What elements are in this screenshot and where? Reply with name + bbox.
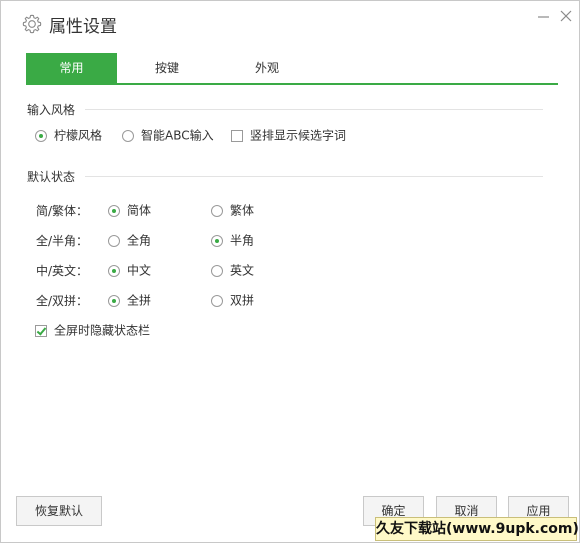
site-watermark: 久友下载站(www.9upk.com) <box>375 517 579 541</box>
radio-indicator <box>211 234 223 247</box>
radio-indicator <box>122 129 134 142</box>
checkbox-indicator <box>35 324 47 337</box>
radio-full-width[interactable]: 全角 <box>108 232 151 248</box>
tab-general[interactable]: 常用 <box>26 53 117 83</box>
settings-window: 属性设置 常用 按键 外观 输入风格 柠檬风格 智能ABC输入 竖排显示候选字词… <box>0 0 580 543</box>
radio-indicator <box>211 294 223 307</box>
gear-icon <box>22 14 42 34</box>
checkbox-label: 全屏时隐藏状态栏 <box>54 323 151 338</box>
row-label-full-double-pinyin: 全/双拼： <box>36 294 89 308</box>
radio-indicator <box>108 234 120 247</box>
radio-label: 双拼 <box>230 293 255 308</box>
section-default-state-title: 默认状态 <box>27 170 76 184</box>
tab-keys[interactable]: 按键 <box>117 53 217 83</box>
radio-label: 柠檬风格 <box>54 128 103 143</box>
radio-full-pinyin[interactable]: 全拼 <box>108 292 151 308</box>
radio-label: 中文 <box>127 263 152 278</box>
checkbox-indicator <box>231 129 243 142</box>
tab-bar: 常用 按键 外观 <box>26 53 558 85</box>
radio-double-pinyin[interactable]: 双拼 <box>211 292 254 308</box>
radio-traditional[interactable]: 繁体 <box>211 202 254 218</box>
radio-english[interactable]: 英文 <box>211 262 254 278</box>
radio-label: 半角 <box>230 233 255 248</box>
radio-simplified[interactable]: 简体 <box>108 202 151 218</box>
radio-label: 全拼 <box>127 293 152 308</box>
radio-indicator <box>108 264 120 277</box>
radio-indicator <box>35 129 47 142</box>
checkbox-label: 竖排显示候选字词 <box>250 128 347 143</box>
radio-label: 全角 <box>127 233 152 248</box>
radio-label: 英文 <box>230 263 255 278</box>
radio-label: 简体 <box>127 203 152 218</box>
row-label-simplified-traditional: 简/繁体： <box>36 204 89 218</box>
radio-indicator <box>211 264 223 277</box>
title-bar: 属性设置 <box>1 1 579 45</box>
checkbox-vertical-candidates[interactable]: 竖排显示候选字词 <box>231 127 346 143</box>
close-icon[interactable] <box>555 5 577 27</box>
radio-label: 繁体 <box>230 203 255 218</box>
radio-smart-abc[interactable]: 智能ABC输入 <box>122 127 214 143</box>
tab-appearance[interactable]: 外观 <box>217 53 317 83</box>
radio-indicator <box>108 204 120 217</box>
section-divider <box>85 176 543 177</box>
row-label-full-half-width: 全/半角： <box>36 234 89 248</box>
radio-label: 智能ABC输入 <box>141 128 214 143</box>
restore-defaults-button[interactable]: 恢复默认 <box>16 496 102 526</box>
checkbox-hide-status-bar-fullscreen[interactable]: 全屏时隐藏状态栏 <box>35 322 150 338</box>
section-input-style-title: 输入风格 <box>27 103 76 117</box>
radio-chinese[interactable]: 中文 <box>108 262 151 278</box>
section-divider <box>85 109 543 110</box>
minimize-icon[interactable] <box>533 5 555 27</box>
radio-half-width[interactable]: 半角 <box>211 232 254 248</box>
radio-indicator <box>108 294 120 307</box>
radio-indicator <box>211 204 223 217</box>
window-title: 属性设置 <box>49 17 117 37</box>
radio-lemon-style[interactable]: 柠檬风格 <box>35 127 102 143</box>
row-label-chinese-english: 中/英文： <box>36 264 89 278</box>
